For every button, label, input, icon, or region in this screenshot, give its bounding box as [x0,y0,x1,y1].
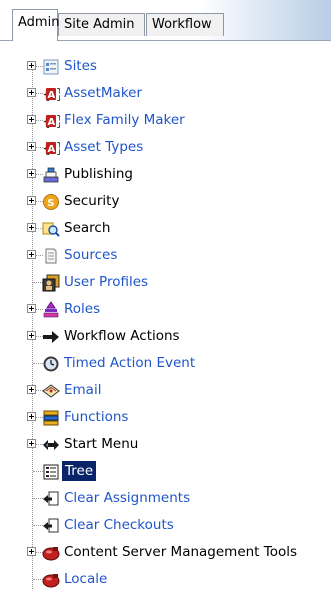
tree-item-sources[interactable]: Sources [0,242,331,269]
user-profiles-icon [42,274,60,292]
expand-icon[interactable] [27,439,36,448]
svg-text:}: } [56,141,61,157]
clear-assignments-icon [42,490,60,508]
tree-item-label[interactable]: Roles [64,299,100,319]
tree-item-label[interactable]: Locale [64,569,107,589]
svg-text:}: } [56,114,61,130]
tree-item-label[interactable]: User Profiles [64,272,148,292]
tree-item-email[interactable]: Email [0,377,331,404]
arrow-right-icon [42,328,60,346]
tree-item-label[interactable]: Clear Checkouts [64,515,174,535]
expand-icon[interactable] [27,61,36,70]
svg-text:S: S [47,198,54,209]
publishing-icon [42,166,60,184]
svg-text:A: A [48,144,56,155]
tree-item-label[interactable]: Email [64,380,101,400]
clear-checkouts-icon [42,517,60,535]
expand-icon[interactable] [27,250,36,259]
tree-item-label[interactable]: Flex Family Maker [64,110,185,130]
expand-icon[interactable] [27,331,36,340]
tree-item-label[interactable]: Timed Action Event [64,353,195,373]
expand-icon[interactable] [27,412,36,421]
tree-item-label[interactable]: Tree [62,461,97,481]
tab-site-admin[interactable]: Site Admin [58,13,145,36]
tree-item-functions[interactable]: Functions [0,404,331,431]
security-icon: S [42,193,60,211]
asset-types-icon: {A} [42,139,60,157]
tree-item-label[interactable]: Publishing [64,164,133,184]
management-tools-icon [42,544,60,562]
flex-family-icon: {A} [42,112,60,130]
tree-item-label[interactable]: Start Menu [64,434,138,454]
tree-item-workflow-actions[interactable]: Workflow Actions [0,323,331,350]
tree-item-tree[interactable]: Tree [0,458,331,485]
tree-item-label[interactable]: Content Server Management Tools [64,542,297,562]
functions-icon [42,409,60,427]
sites-icon [42,58,60,76]
tab-admin[interactable]: Admin [12,9,59,41]
svg-text:A: A [48,117,56,128]
tree-item-assetmaker[interactable]: {A} AssetMaker [0,80,331,107]
tree-item-security[interactable]: S Security [0,188,331,215]
tree-item-timed-action-event[interactable]: Timed Action Event [0,350,331,377]
tree-item-clear-assignments[interactable]: Clear Assignments [0,485,331,512]
tree-item-asset-types[interactable]: {A} Asset Types [0,134,331,161]
tree-item-content-server-management-tools[interactable]: Content Server Management Tools [0,539,331,566]
tree-item-user-profiles[interactable]: User Profiles [0,269,331,296]
tree-item-search[interactable]: Search [0,215,331,242]
expand-icon[interactable] [27,169,36,178]
tree-item-label[interactable]: AssetMaker [64,83,142,103]
expand-icon[interactable] [27,115,36,124]
tree-item-label[interactable]: Search [64,218,110,238]
search-icon [42,220,60,238]
tree-icon [42,463,60,481]
expand-icon[interactable] [27,547,36,556]
start-menu-icon [42,436,60,454]
tab-workflow[interactable]: Workflow [146,13,224,36]
tree-item-locale[interactable]: Locale [0,566,331,593]
tree-item-roles[interactable]: Roles [0,296,331,323]
asset-maker-icon: {A} [42,85,60,103]
expand-icon[interactable] [27,385,36,394]
expand-icon[interactable] [27,196,36,205]
expand-icon[interactable] [27,223,36,232]
roles-icon [42,301,60,319]
email-icon [42,382,60,400]
tab-bar: Admin Site Admin Workflow [0,0,331,41]
tree-item-label[interactable]: Sites [64,56,97,76]
expand-icon[interactable] [27,88,36,97]
locale-icon [42,571,60,589]
tree-item-label[interactable]: Sources [64,245,117,265]
tree-item-label[interactable]: Clear Assignments [64,488,190,508]
tree-item-label[interactable]: Asset Types [64,137,143,157]
tree-item-flex-family-maker[interactable]: {A} Flex Family Maker [0,107,331,134]
expand-icon[interactable] [27,142,36,151]
tree-item-label[interactable]: Security [64,191,119,211]
tree-item-label[interactable]: Workflow Actions [64,326,180,346]
tree-item-start-menu[interactable]: Start Menu [0,431,331,458]
svg-text:}: } [56,87,61,103]
tree-item-clear-checkouts[interactable]: Clear Checkouts [0,512,331,539]
tree-item-label[interactable]: Functions [64,407,128,427]
admin-tree: Sites {A} AssetMaker {A} Flex Family Mak… [0,41,331,611]
clock-icon [42,355,60,373]
tree-item-sites[interactable]: Sites [0,53,331,80]
sources-icon [42,247,60,265]
svg-text:A: A [48,90,56,101]
tree-item-publishing[interactable]: Publishing [0,161,331,188]
expand-icon[interactable] [27,304,36,313]
